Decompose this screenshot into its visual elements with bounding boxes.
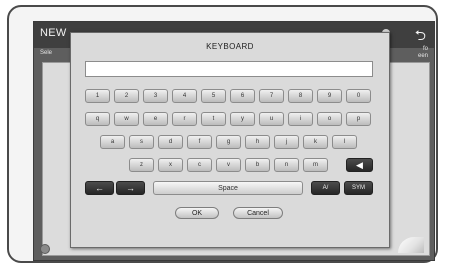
key-i[interactable]: i	[288, 112, 313, 126]
symbol-toggle-button[interactable]: SYM	[344, 181, 373, 195]
keyboard-dialog: KEYBOARD 1 2 3 4 5 6 7 8 9 0 q w e r t y…	[70, 32, 390, 248]
key-9[interactable]: 9	[317, 89, 342, 103]
cursor-right-button[interactable]: →	[116, 181, 145, 195]
background-right-line-1: fo	[422, 46, 428, 52]
gear-icon[interactable]	[40, 244, 50, 254]
key-d[interactable]: d	[158, 135, 183, 149]
key-y[interactable]: y	[230, 112, 255, 126]
key-v[interactable]: v	[216, 158, 241, 172]
ok-button[interactable]: OK	[175, 207, 219, 219]
key-8[interactable]: 8	[288, 89, 313, 103]
key-c[interactable]: c	[187, 158, 212, 172]
background-right-text: fo een	[418, 46, 428, 60]
key-q[interactable]: q	[85, 112, 110, 126]
device-frame: NEW ⮌ Sele fo een KEYBOARD 1 2 3 4 5 6 7…	[7, 5, 438, 263]
key-f[interactable]: f	[187, 135, 212, 149]
key-2[interactable]: 2	[114, 89, 139, 103]
key-p[interactable]: p	[346, 112, 371, 126]
key-a[interactable]: a	[100, 135, 125, 149]
key-k[interactable]: k	[303, 135, 328, 149]
cancel-button[interactable]: Cancel	[233, 207, 283, 219]
key-7[interactable]: 7	[259, 89, 284, 103]
key-l[interactable]: l	[332, 135, 357, 149]
key-s[interactable]: s	[129, 135, 154, 149]
arrow-left-icon: ←	[95, 183, 104, 193]
key-g[interactable]: g	[216, 135, 241, 149]
keyboard-title: KEYBOARD	[206, 42, 254, 51]
key-x[interactable]: x	[158, 158, 183, 172]
backspace-icon: ◀	[356, 159, 363, 170]
cursor-left-button[interactable]: ←	[85, 181, 114, 195]
background-subtitle: Sele	[40, 50, 53, 56]
key-e[interactable]: e	[143, 112, 168, 126]
key-w[interactable]: w	[114, 112, 139, 126]
key-u[interactable]: u	[259, 112, 284, 126]
key-j[interactable]: j	[274, 135, 299, 149]
space-key[interactable]: Space	[153, 181, 303, 195]
key-r[interactable]: r	[172, 112, 197, 126]
background-right-line-2: een	[417, 53, 428, 59]
key-n[interactable]: n	[274, 158, 299, 172]
key-b[interactable]: b	[245, 158, 270, 172]
key-1[interactable]: 1	[85, 89, 110, 103]
backspace-button[interactable]: ◀	[346, 158, 373, 172]
screen: NEW ⮌ Sele fo een KEYBOARD 1 2 3 4 5 6 7…	[33, 21, 435, 261]
background-title: NEW	[40, 27, 67, 39]
key-5[interactable]: 5	[201, 89, 226, 103]
key-z[interactable]: z	[129, 158, 154, 172]
key-0[interactable]: 0	[346, 89, 371, 103]
case-toggle-button[interactable]: A/	[311, 181, 340, 195]
key-h[interactable]: h	[245, 135, 270, 149]
key-m[interactable]: m	[303, 158, 328, 172]
key-t[interactable]: t	[201, 112, 226, 126]
key-3[interactable]: 3	[143, 89, 168, 103]
keyboard-text-input[interactable]	[85, 61, 373, 77]
arrow-right-icon: →	[126, 183, 135, 193]
key-o[interactable]: o	[317, 112, 342, 126]
key-4[interactable]: 4	[172, 89, 197, 103]
key-6[interactable]: 6	[230, 89, 255, 103]
